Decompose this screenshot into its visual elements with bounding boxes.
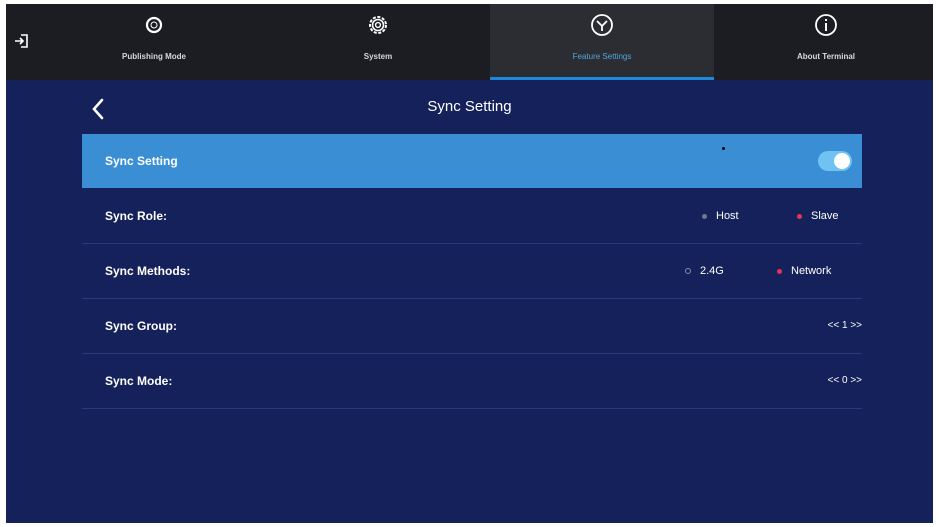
sync-setting-toggle[interactable] [818,151,852,171]
option-label: 2.4G [700,265,724,277]
radio-unselected [702,213,707,219]
tab-publishing-mode[interactable]: Publishing Mode [42,4,266,80]
sync-role-host-option[interactable]: Host [702,189,739,243]
sync-method-2-4g-option[interactable]: 2.4G [685,244,724,298]
sync-group-row: Sync Group: << 1 >> [82,299,862,354]
tab-about-terminal[interactable]: About Terminal [714,4,933,80]
tab-label: System [363,52,393,61]
active-tab-indicator [490,77,714,80]
exit-button[interactable] [6,26,38,56]
sync-methods-label: Sync Methods: [105,264,191,278]
option-label: Network [791,265,832,277]
tab-label: Publishing Mode [122,52,186,61]
tab-label: Feature Settings [572,52,632,61]
sync-mode-row: Sync Mode: << 0 >> [82,354,862,409]
screen: Publishing Mode System Feature Settings [6,4,933,523]
sync-role-row: Sync Role: Host Slave [82,189,862,244]
sync-role-label: Sync Role: [105,209,168,223]
toggle-knob [834,153,850,169]
sync-group-stepper[interactable]: << 1 >> [828,299,862,353]
exit-icon [15,34,28,48]
sync-group-label: Sync Group: [105,319,178,333]
sync-setting-label: Sync Setting [105,154,178,168]
sync-mode-stepper[interactable]: << 0 >> [828,354,862,408]
tab-system[interactable]: System [266,4,490,80]
option-label: Host [716,210,739,222]
sync-role-slave-option[interactable]: Slave [797,189,839,243]
sync-setting-row[interactable]: Sync Setting [82,134,862,188]
page-title: Sync Setting [427,98,512,115]
mouse-pointer [722,147,725,150]
tab-feature-settings[interactable]: Feature Settings [490,4,714,80]
publishing-mode-icon [145,16,163,34]
gear-icon [369,16,387,34]
sync-mode-label: Sync Mode: [105,374,173,388]
radio-unselected [685,268,691,274]
option-label: Slave [811,210,839,222]
radio-selected [797,213,802,219]
feature-settings-icon [591,14,613,36]
sync-method-network-option[interactable]: Network [777,244,831,298]
tab-label: About Terminal [796,52,856,61]
radio-selected [777,268,782,274]
info-icon [815,14,837,36]
sync-methods-row: Sync Methods: 2.4G Network [82,244,862,299]
top-nav-bar: Publishing Mode System Feature Settings [6,4,933,80]
